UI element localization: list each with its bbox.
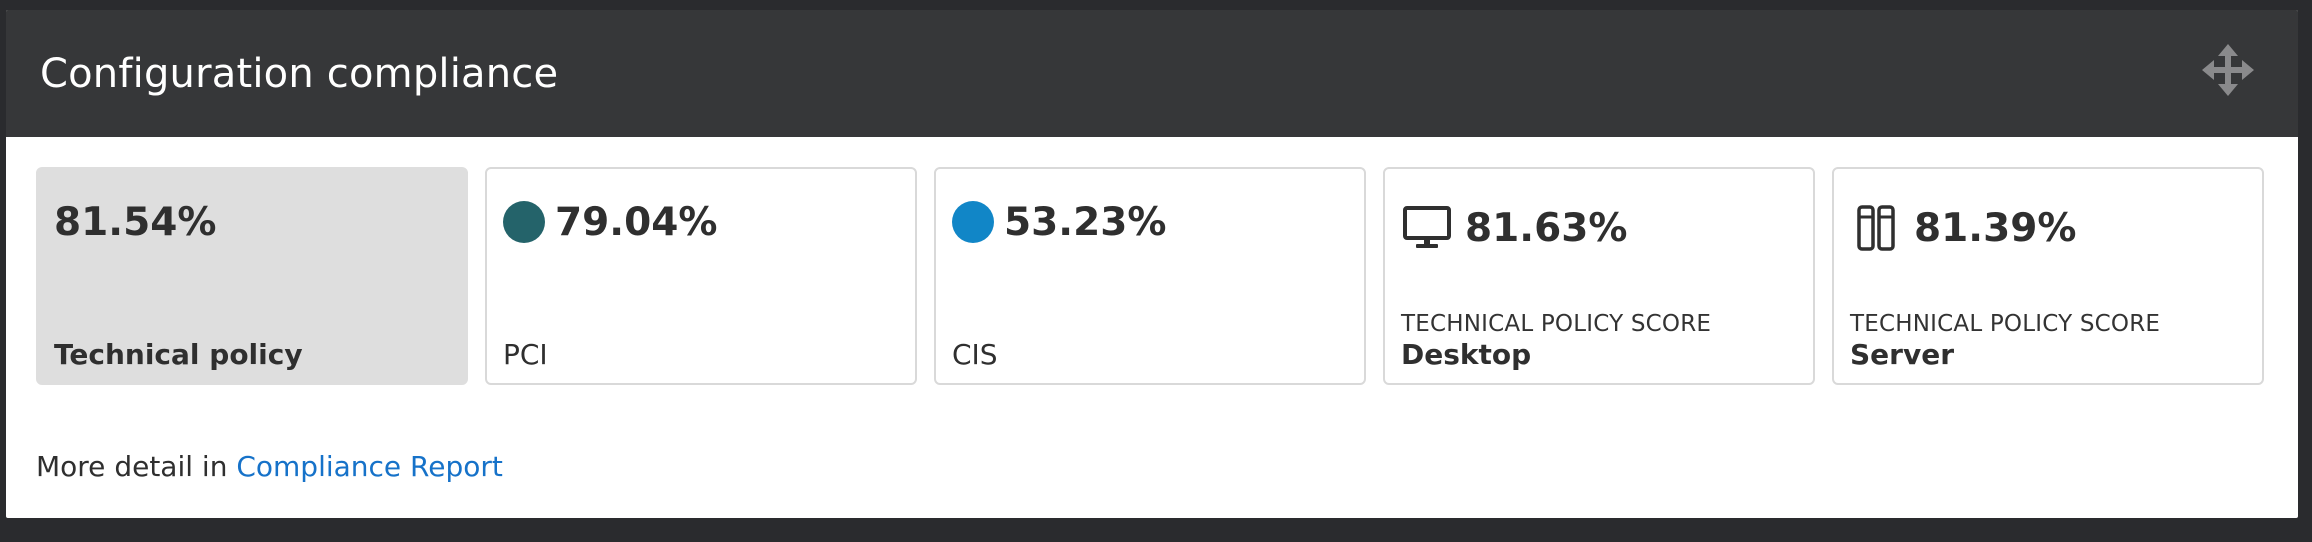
card-value: 81.39%: [1914, 205, 2077, 251]
cis-dot-icon: [952, 201, 994, 243]
card-desktop[interactable]: 81.63% TECHNICAL POLICY SCORE Desktop: [1383, 167, 1815, 385]
widget-header: Configuration compliance: [6, 10, 2298, 137]
card-sub-label: TECHNICAL POLICY SCORE: [1401, 311, 1712, 337]
more-detail-footer: More detail in Compliance Report: [36, 450, 503, 483]
configuration-compliance-widget: Configuration compliance 81.54% Technica…: [6, 10, 2298, 518]
card-value: 81.63%: [1465, 205, 1628, 251]
card-label: PCI: [503, 338, 548, 371]
card-pci[interactable]: 79.04% PCI: [485, 167, 917, 385]
card-label: Technical policy: [54, 338, 303, 371]
card-label: Desktop: [1401, 338, 1532, 371]
card-value: 53.23%: [1004, 199, 1167, 245]
widget-title: Configuration compliance: [40, 50, 559, 97]
card-technical-policy[interactable]: 81.54% Technical policy: [36, 167, 468, 385]
card-cis[interactable]: 53.23% CIS: [934, 167, 1366, 385]
pci-dot-icon: [503, 201, 545, 243]
card-value: 79.04%: [555, 199, 718, 245]
desktop-icon: [1401, 202, 1453, 254]
card-sub-label: TECHNICAL POLICY SCORE: [1850, 311, 2161, 337]
card-server[interactable]: 81.39% TECHNICAL POLICY SCORE Server: [1832, 167, 2264, 385]
footer-text: More detail in: [36, 450, 228, 483]
card-label: CIS: [952, 338, 998, 371]
card-label: Server: [1850, 338, 1955, 371]
compliance-report-link[interactable]: Compliance Report: [236, 450, 503, 483]
server-icon: [1850, 202, 1902, 254]
card-value: 81.54%: [54, 199, 217, 245]
move-arrows-icon[interactable]: [2200, 42, 2256, 98]
